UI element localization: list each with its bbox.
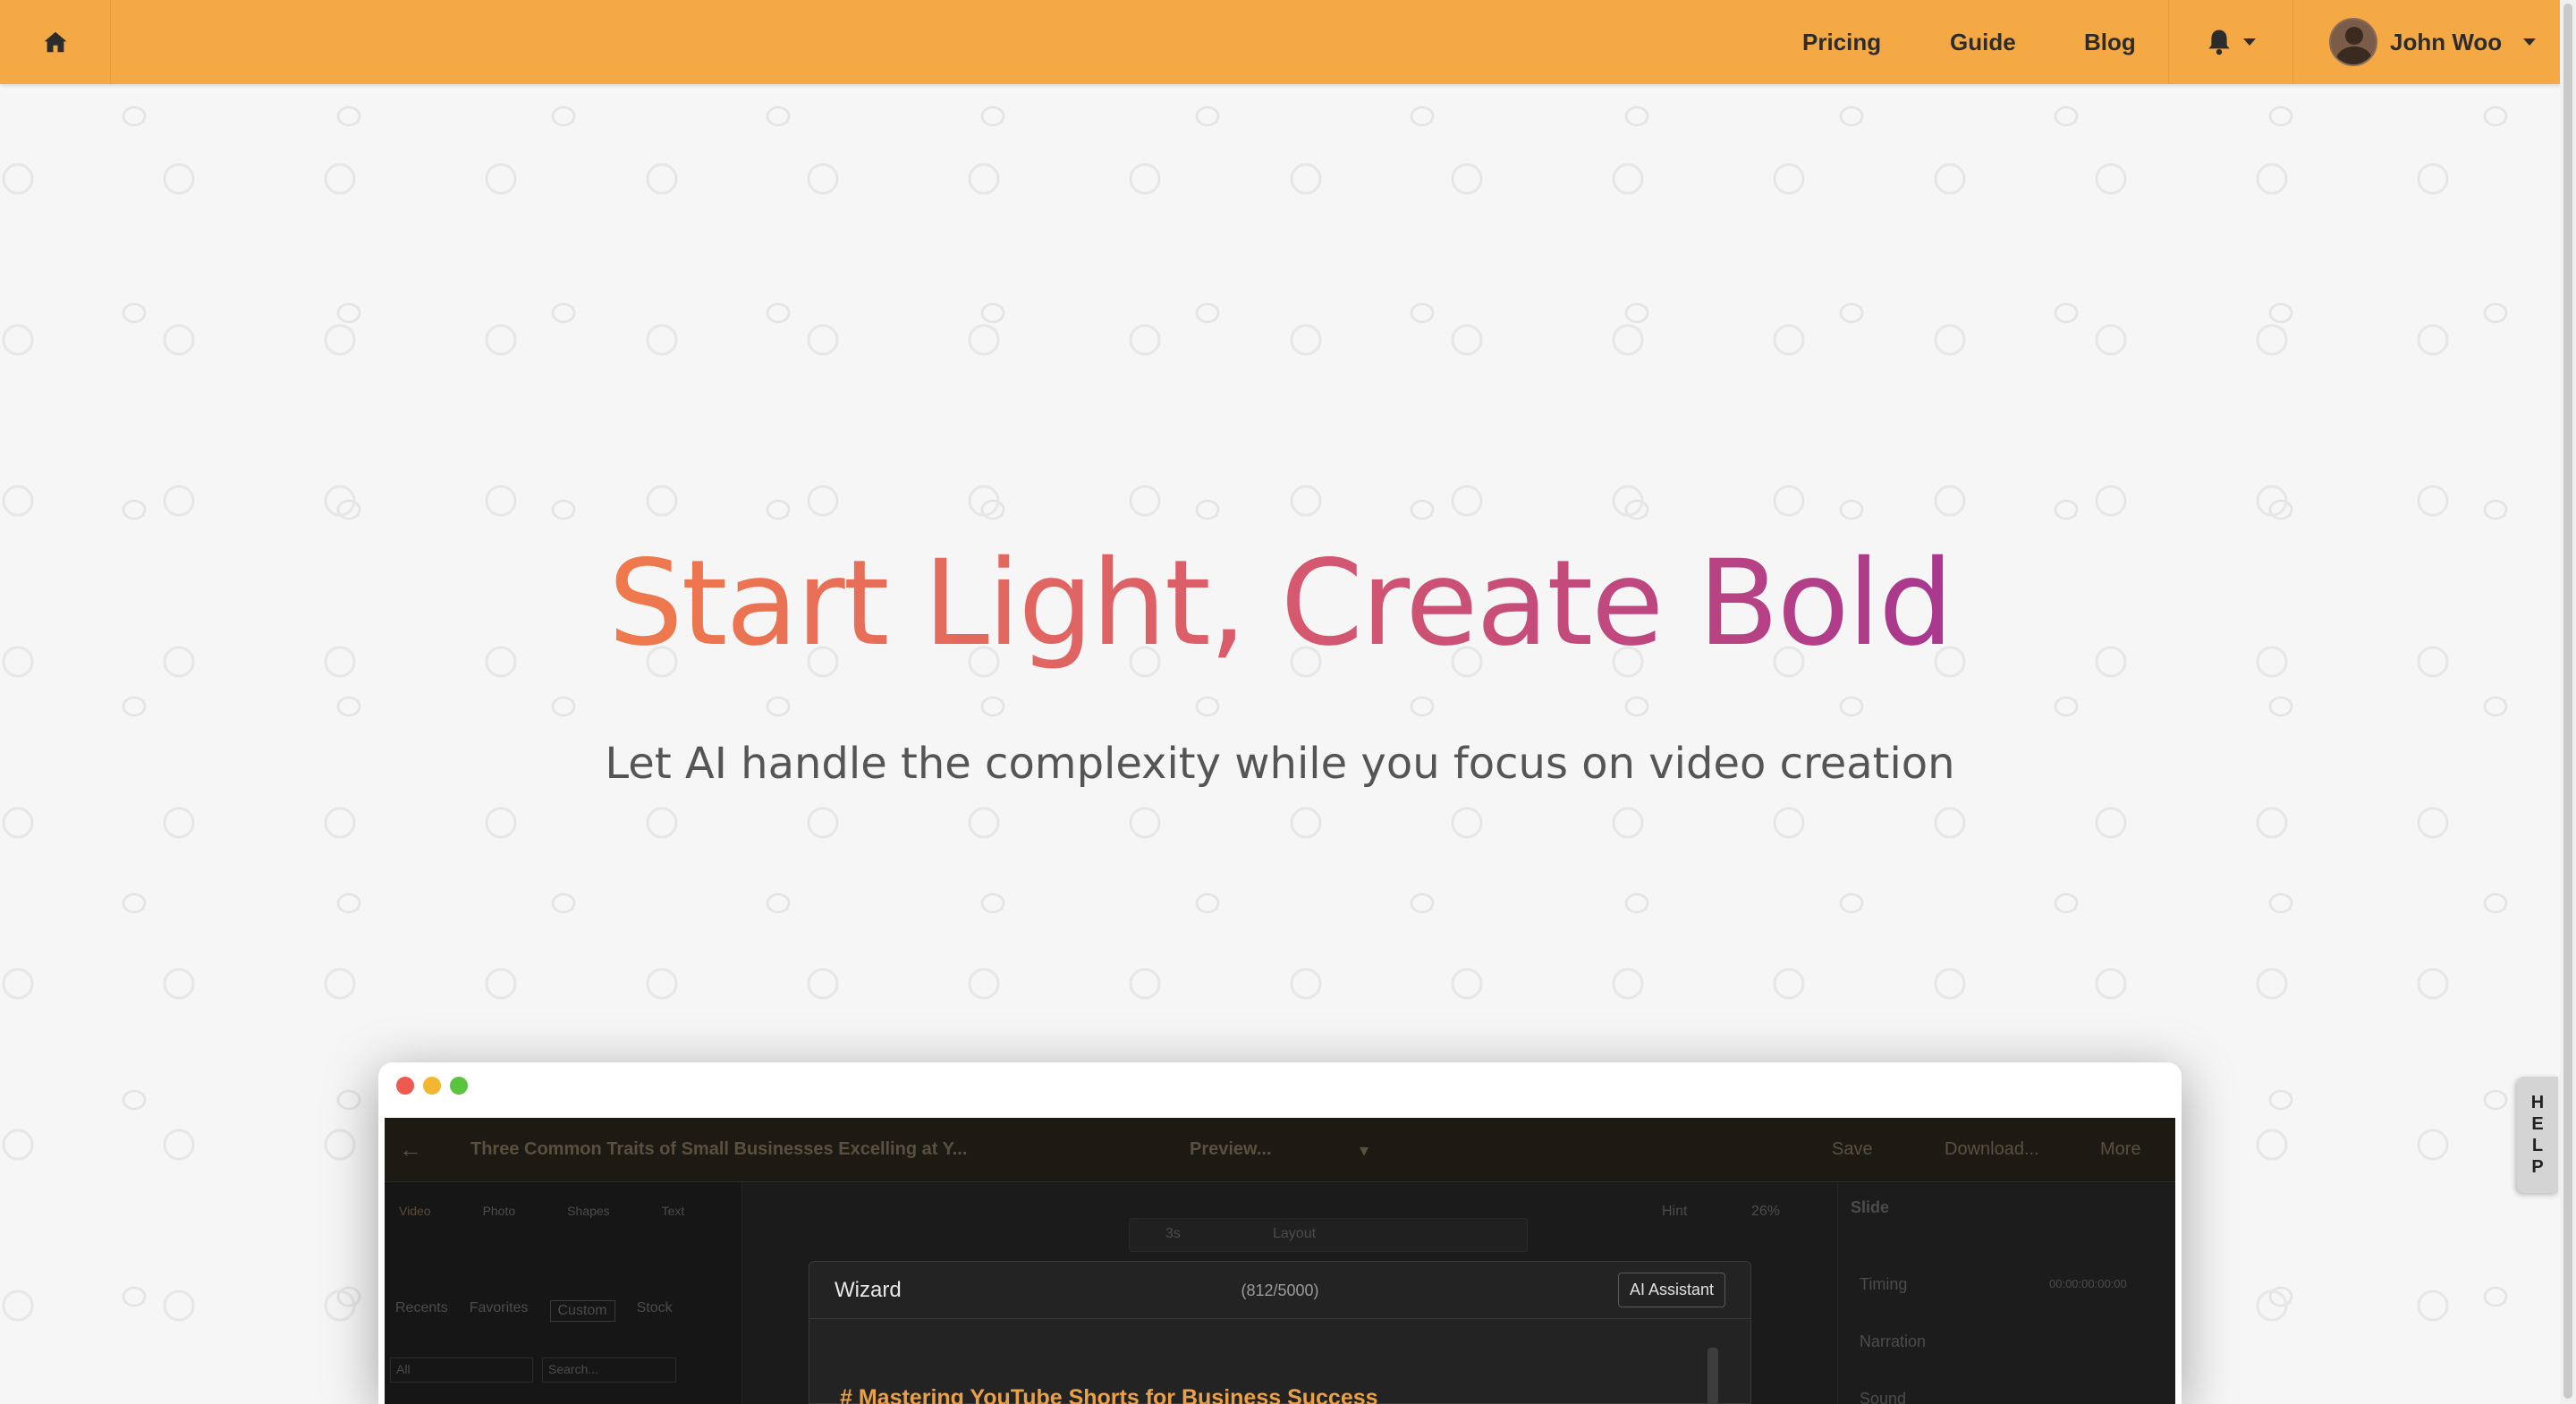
media-tab-stock: Stock — [636, 1300, 673, 1315]
left-tab-video: Video — [399, 1204, 431, 1218]
wizard-header: Wizard (812/5000) AI Assistant — [809, 1262, 1750, 1319]
left-tab-shapes: Shapes — [567, 1204, 610, 1218]
hero-subtitle: Let AI handle the complexity while you f… — [605, 739, 1955, 789]
maximize-dot-icon — [450, 1077, 468, 1095]
zoom-level: 26% — [1751, 1204, 1781, 1219]
app-preview-window: ← Three Common Traits of Small Businesse… — [378, 1062, 2182, 1404]
page-scrollbar[interactable] — [2560, 0, 2576, 1404]
wizard-scrollbar[interactable] — [1707, 1348, 1718, 1404]
character-count: (812/5000) — [1241, 1281, 1319, 1299]
chevron-down-icon — [2523, 38, 2537, 46]
home-button[interactable] — [0, 0, 111, 84]
timing-value: 00:00:00:00:00 — [2049, 1277, 2127, 1290]
duration-label: 3s — [1165, 1226, 1181, 1241]
media-search-input: Search... — [542, 1357, 676, 1383]
help-letter: L — [2531, 1136, 2544, 1155]
scrollbar-thumb[interactable] — [2563, 4, 2572, 1399]
back-arrow-icon: ← — [399, 1136, 422, 1163]
more-button: More — [2100, 1139, 2141, 1159]
layout-select: Layout — [1273, 1226, 1317, 1241]
media-tab-recents: Recents — [395, 1300, 448, 1315]
narration-row: Narration — [1860, 1332, 1927, 1350]
hint-button: Hint — [1662, 1204, 1688, 1219]
timing-row: Timing — [1860, 1275, 1908, 1293]
avatar — [2329, 18, 2377, 66]
download-button: Download... — [1945, 1139, 2039, 1159]
ai-assistant-button[interactable]: AI Assistant — [1617, 1273, 1725, 1307]
project-title: Three Common Traits of Small Businesses … — [470, 1139, 968, 1159]
slide-toolbar: 3s Layout — [1129, 1218, 1528, 1252]
left-tab-text: Text — [661, 1204, 685, 1218]
notifications-button[interactable] — [2168, 0, 2293, 84]
home-icon — [44, 31, 66, 53]
bell-icon — [2208, 30, 2230, 55]
help-letter: P — [2531, 1157, 2544, 1177]
wizard-dialog: Wizard (812/5000) AI Assistant # Masteri… — [809, 1261, 1751, 1404]
app-topbar: ← Three Common Traits of Small Businesse… — [385, 1118, 2175, 1182]
top-navbar: Pricing Guide Blog John Woo — [0, 0, 2560, 84]
left-tab-photo: Photo — [482, 1204, 516, 1218]
hero-title: Start Light, Create Bold — [607, 535, 1953, 672]
sound-row: Sound — [1860, 1390, 1907, 1404]
nav-link-guide[interactable]: Guide — [1950, 0, 2016, 84]
media-tab-favorites: Favorites — [469, 1300, 529, 1315]
nav-link-blog[interactable]: Blog — [2084, 0, 2136, 84]
user-menu[interactable]: John Woo — [2329, 0, 2537, 84]
help-letter: H — [2530, 1093, 2545, 1112]
preview-dropdown: Preview... — [1190, 1139, 1272, 1159]
help-letter: E — [2531, 1114, 2544, 1134]
help-tab-button[interactable]: H E L P — [2517, 1077, 2558, 1193]
user-name: John Woo — [2390, 28, 2503, 55]
media-filter-select: All — [390, 1357, 533, 1383]
wizard-script-heading: # Mastering YouTube Shorts for Business … — [840, 1385, 1378, 1404]
minimize-dot-icon — [423, 1077, 441, 1095]
save-button: Save — [1832, 1139, 1873, 1159]
app-right-panel: Slide Timing 00:00:00:00:00 Narration So… — [1837, 1182, 2175, 1404]
window-controls — [396, 1077, 468, 1095]
nav-link-pricing[interactable]: Pricing — [1802, 0, 1881, 84]
app-screenshot: ← Three Common Traits of Small Businesse… — [385, 1118, 2175, 1404]
app-left-panel: Video Photo Shapes Text Recents Favorite… — [385, 1182, 742, 1404]
close-dot-icon — [396, 1077, 414, 1095]
chevron-down-icon — [2243, 38, 2256, 46]
media-tab-custom: Custom — [549, 1300, 615, 1322]
right-panel-title: Slide — [1851, 1198, 1890, 1216]
chevron-down-icon: ▾ — [1360, 1141, 1369, 1161]
